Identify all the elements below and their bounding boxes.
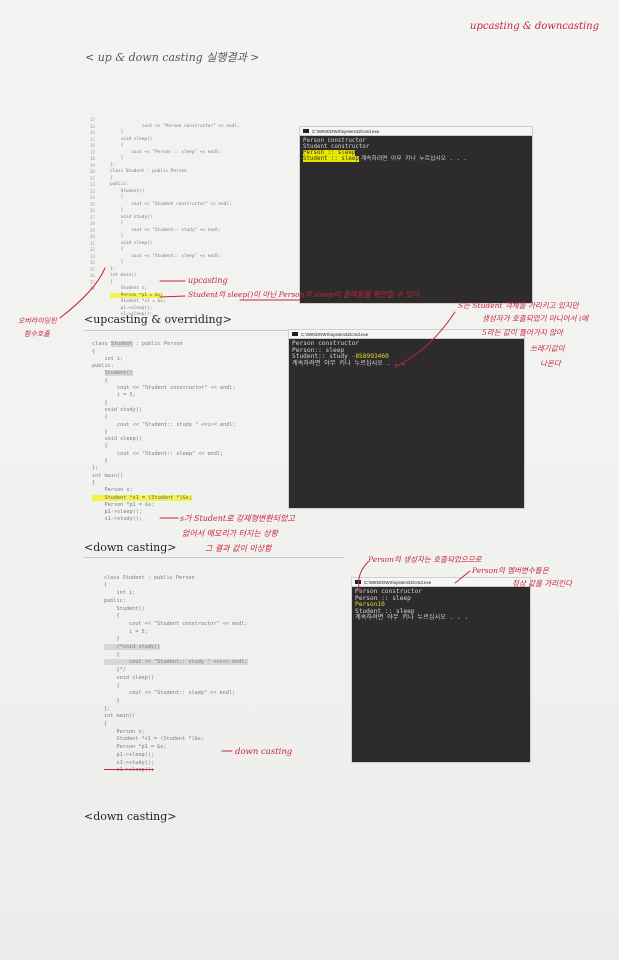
note-right-3: 5라는 값이 들어가지 않아 [482,328,563,337]
paper-sheet: upcasting & downcasting < up & down cast… [0,0,619,960]
section3-console: C:\WINDOWS\system32\cmd.exe Person const… [352,578,530,762]
code-text: class [92,341,111,348]
note-upcasting: upcasting [188,276,228,285]
section2-console-output: Person constructor Person:: sleep Studen… [289,339,524,369]
note-downcasting: down casting [235,747,293,757]
code-commented: /*void study() [104,644,161,651]
code-commented: cout << "Student:: study " <<i<< endl; [104,659,248,666]
section1-console-titlebar: C:\WINDOWS\system32\cmd.exe [300,127,532,136]
note-mid-2: 없어서 메모리가 터지는 상황 [182,529,278,538]
divider [84,330,289,331]
code-text: Person *p1 = &s; p1->sleep(); s1->study(… [104,501,155,523]
terminal-icon [355,580,361,584]
code-struck: s1->sleep(); [104,767,154,774]
note-right-5: 나온다 [540,359,561,368]
section2-heading: <upcasting & overriding> [84,313,232,326]
console-line-highlight: Student :: sleep [303,156,359,163]
side-note-line2: 함수호출 [24,330,50,338]
divider [84,557,344,558]
note-mid-3: 그 결과 값이 이상함 [205,544,272,553]
section2-console: C:\WINDOWS\system32\cmd.exe Person const… [289,330,524,508]
section4-heading: <down casting> [84,810,177,823]
section2-console-title: C:\WINDOWS\system32\cmd.exe [301,331,369,337]
section3-console-output: Person constructor Person :: sleep Perso… [352,587,530,624]
section3-code: class Student : public Person { int i; p… [104,567,248,775]
code-text: { [104,651,120,658]
note-right-1: S는 Student 객체를 가리키고 있지만 [458,301,579,310]
page-title: < up & down casting 실행결과 > [85,51,260,64]
top-right-note: upcasting & downcasting [470,21,600,32]
console-line: 계속하려면 아무 키나 누르십시오 . . . [355,614,469,621]
terminal-icon [292,332,298,336]
section1-code-before: cout << "Person constructor" << endl; } … [110,123,240,292]
section1-console: C:\WINDOWS\system32\cmd.exe Person const… [300,127,532,303]
section2-code: class Student : public Person { int i; p… [92,334,236,524]
section1-console-output: Person constructor Student constructor P… [300,136,532,164]
section2-code-highlight: Student *s1 = (Student *)&s; [92,494,192,501]
note-right-2: 생성자가 호출되었기 아니어서 i에 [482,314,589,323]
section3-console-titlebar: C:\WINDOWS\system32\cmd.exe [352,578,530,587]
code-text: class Student : public Person { int i; p… [104,574,248,643]
code-highlight: Student() [104,370,133,377]
console-line: 계속하려면 아무 키나 누르십시오 . . . [292,359,406,367]
note-mid-1: s가 Student로 강제형변환되었고 [180,514,295,523]
note-right-4: 쓰레기값이 [530,344,565,353]
section1-code-highlight: Person *p1 = &s; [110,292,163,298]
section3-heading: <down casting> [84,541,177,554]
console-line: 계속하려면 아무 키나 누르십시오 . . . [360,156,467,163]
note-top-3: 정상 값을 가리킨다 [512,579,572,588]
section3-console-title: C:\WINDOWS\system32\cmd.exe [364,579,432,585]
terminal-icon [303,129,309,133]
section1-console-title: C:\WINDOWS\system32\cmd.exe [312,128,380,134]
note-top-2: Person의 멤버변수들은 [472,566,549,575]
side-note-line1: 오버라이딩된 [18,317,57,325]
section1-line-numbers: 12 13 14 15 16 17 18 19 20 21 22 23 24 2… [90,117,95,291]
code-highlight: Student [110,341,133,348]
note-top-1: Person의 생성자는 호출되었으므로 [368,555,482,564]
note-section1-explain: Student의 sleep()이 아닌 Person의 sleep이 출력됨을… [188,290,422,299]
code-text: { cout << "Student constructor" << endl;… [92,377,236,494]
code-text: }*/ void sleep() { cout << "Student:: sl… [104,667,236,766]
bracket-left [59,267,106,319]
